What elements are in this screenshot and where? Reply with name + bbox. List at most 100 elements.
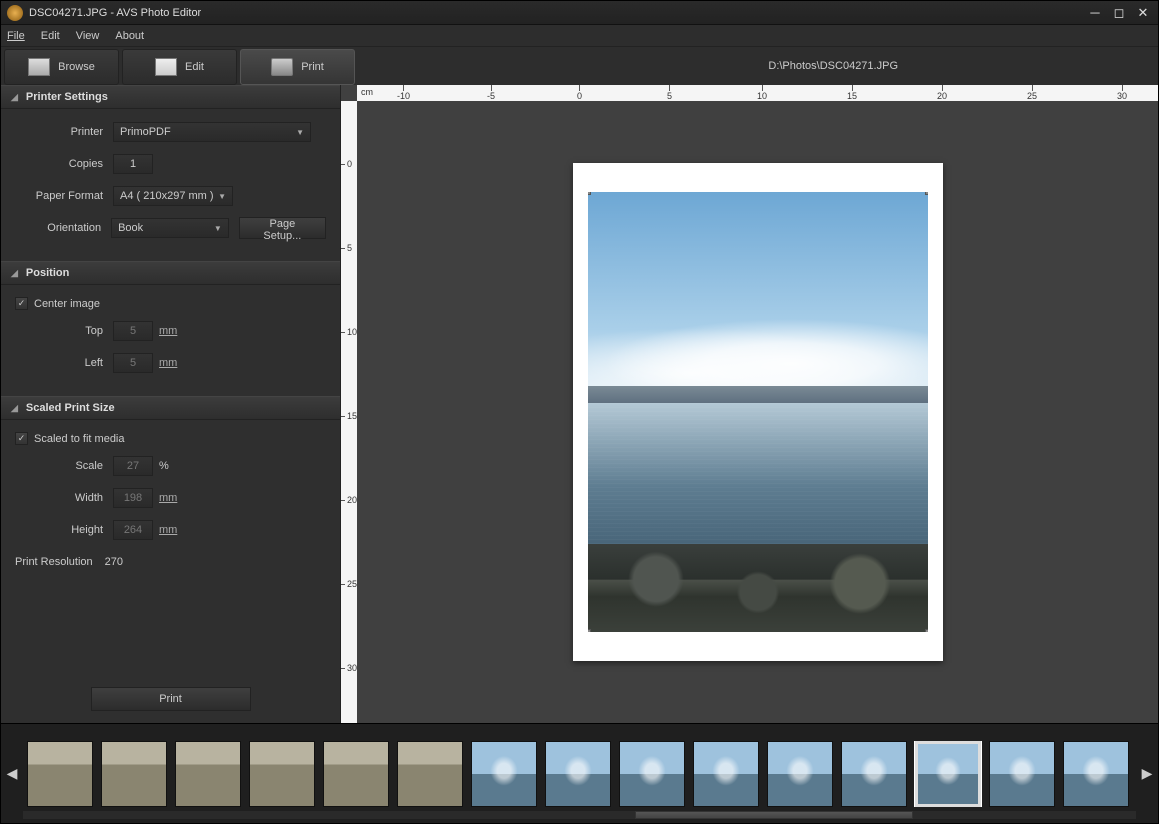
thumbnail[interactable]: [101, 741, 167, 807]
resize-handle[interactable]: [588, 192, 591, 195]
paper-format-value: A4 ( 210x297 mm ): [120, 190, 214, 202]
mode-tabs: Browse Edit Print: [1, 47, 355, 85]
left-unit[interactable]: mm: [159, 357, 177, 369]
tab-edit[interactable]: Edit: [122, 49, 237, 85]
printer-icon: [271, 58, 293, 76]
ruler-tick: -10: [397, 85, 410, 101]
thumbnail[interactable]: [619, 741, 685, 807]
thumbnail[interactable]: [175, 741, 241, 807]
ruler-tick: 20: [937, 85, 947, 101]
close-button[interactable]: ✕: [1134, 5, 1152, 21]
width-unit[interactable]: mm: [159, 492, 177, 504]
maximize-button[interactable]: ◻: [1110, 5, 1128, 21]
orientation-dropdown[interactable]: Book ▼: [111, 218, 229, 238]
folder-icon: [28, 58, 50, 76]
thumbnail[interactable]: [767, 741, 833, 807]
height-input: [113, 520, 153, 540]
thumbnail[interactable]: [323, 741, 389, 807]
thumbnail[interactable]: [249, 741, 315, 807]
titlebar: DSC04271.JPG - AVS Photo Editor ─ ◻ ✕: [1, 1, 1158, 25]
paper-format-dropdown[interactable]: A4 ( 210x297 mm ) ▼: [113, 186, 233, 206]
printer-dropdown[interactable]: PrimoPDF ▼: [113, 122, 311, 142]
menu-file[interactable]: File: [7, 30, 25, 42]
center-image-checkbox[interactable]: ✓: [15, 297, 28, 310]
page-preview: [573, 163, 943, 661]
center-image-label: Center image: [34, 298, 100, 310]
section-scaled-print-size[interactable]: ◢ Scaled Print Size: [1, 396, 340, 420]
section-title: Position: [26, 267, 69, 279]
section-printer-settings[interactable]: ◢ Printer Settings: [1, 85, 340, 109]
section-position[interactable]: ◢ Position: [1, 261, 340, 285]
minimize-button[interactable]: ─: [1086, 5, 1104, 21]
printer-value: PrimoPDF: [120, 126, 171, 138]
height-label: Height: [15, 524, 103, 536]
ruler-tick: 15: [341, 411, 357, 421]
window-title: DSC04271.JPG - AVS Photo Editor: [29, 7, 1086, 19]
thumbnail[interactable]: [27, 741, 93, 807]
file-path: D:\Photos\DSC04271.JPG: [768, 60, 1158, 72]
top-input: [113, 321, 153, 341]
scale-input: [113, 456, 153, 476]
scaled-fit-checkbox[interactable]: ✓: [15, 432, 28, 445]
section-title: Printer Settings: [26, 91, 108, 103]
width-input: [113, 488, 153, 508]
collapse-icon: ◢: [11, 268, 18, 279]
menu-edit[interactable]: Edit: [41, 30, 60, 42]
ruler-horizontal: cm -10-5051015202530: [357, 85, 1158, 101]
filmstrip: ◀ ▶: [1, 723, 1158, 823]
thumbnail[interactable]: [841, 741, 907, 807]
page-setup-button[interactable]: Page Setup...: [239, 217, 326, 239]
print-button[interactable]: Print: [91, 687, 251, 711]
ruler-tick: 25: [1027, 85, 1037, 101]
top-label: Top: [15, 325, 103, 337]
printer-label: Printer: [15, 126, 103, 138]
photo-preview[interactable]: [588, 192, 928, 632]
thumbnail[interactable]: [397, 741, 463, 807]
settings-sidebar: ◢ Printer Settings Printer PrimoPDF ▼ Co…: [1, 85, 341, 723]
copies-input[interactable]: [113, 154, 153, 174]
top-unit[interactable]: mm: [159, 325, 177, 337]
thumbnail[interactable]: [471, 741, 537, 807]
filmstrip-prev-button[interactable]: ◀: [1, 724, 23, 823]
resize-handle[interactable]: [925, 192, 928, 195]
width-label: Width: [15, 492, 103, 504]
print-resolution-value: 270: [105, 556, 123, 568]
edit-icon: [155, 58, 177, 76]
left-label: Left: [15, 357, 103, 369]
tab-edit-label: Edit: [185, 61, 204, 73]
orientation-value: Book: [118, 222, 143, 234]
resize-handle[interactable]: [925, 629, 928, 632]
menu-view[interactable]: View: [76, 30, 100, 42]
ruler-tick: 0: [577, 85, 582, 101]
ruler-vertical: 051015202530: [341, 101, 357, 723]
thumbnail[interactable]: [693, 741, 759, 807]
thumbnail[interactable]: [989, 741, 1055, 807]
ruler-tick: -5: [487, 85, 495, 101]
resize-handle[interactable]: [588, 629, 591, 632]
print-preview-area: cm -10-5051015202530 051015202530: [341, 85, 1158, 723]
ruler-tick: 10: [757, 85, 767, 101]
height-unit[interactable]: mm: [159, 524, 177, 536]
tab-browse[interactable]: Browse: [4, 49, 119, 85]
thumbnail[interactable]: [915, 741, 981, 807]
tab-browse-label: Browse: [58, 61, 95, 73]
filmstrip-scrollbar[interactable]: [23, 811, 1136, 819]
scale-unit: %: [159, 460, 169, 472]
chevron-down-icon: ▼: [296, 128, 304, 137]
ruler-tick: 25: [341, 579, 357, 589]
filmstrip-next-button[interactable]: ▶: [1136, 724, 1158, 823]
tab-print-label: Print: [301, 61, 324, 73]
thumbnail[interactable]: [545, 741, 611, 807]
tab-print[interactable]: Print: [240, 49, 355, 85]
ruler-tick: 30: [1117, 85, 1127, 101]
app-icon: [7, 5, 23, 21]
section-title: Scaled Print Size: [26, 402, 115, 414]
ruler-tick: 15: [847, 85, 857, 101]
ruler-tick: 5: [341, 243, 352, 253]
left-input: [113, 353, 153, 373]
chevron-down-icon: ▼: [218, 192, 226, 201]
menubar: File Edit View About: [1, 25, 1158, 47]
thumbnail[interactable]: [1063, 741, 1129, 807]
scrollbar-thumb[interactable]: [635, 811, 913, 819]
menu-about[interactable]: About: [115, 30, 144, 42]
